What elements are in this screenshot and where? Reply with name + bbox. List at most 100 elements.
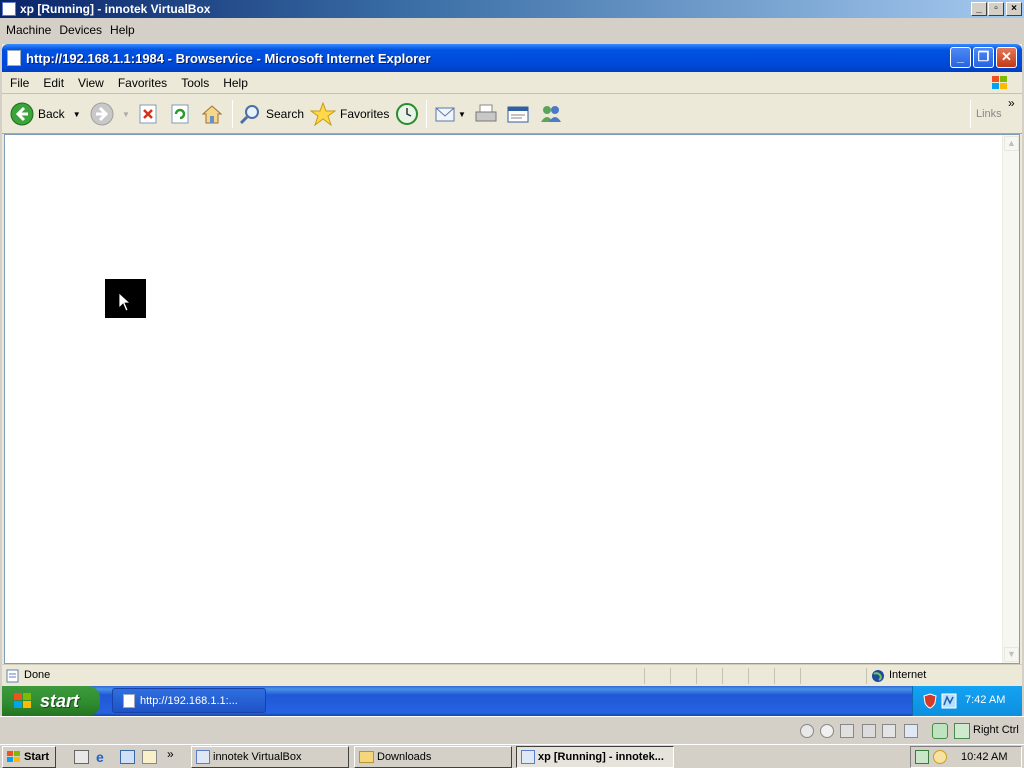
windows-flag-icon [14,693,31,708]
black-cursor-box [105,279,146,318]
host-maximize-button[interactable]: ▫ [988,2,1004,16]
system-tray: 7:42 AM [912,686,1022,716]
host-start-label: Start [24,751,50,763]
quicklaunch-more-icon[interactable]: » [167,747,174,761]
home-icon [201,105,223,124]
folder-icon [359,751,374,763]
chevron-more-icon[interactable]: » [1008,96,1015,110]
back-button[interactable]: Back ▼ [10,102,81,126]
shared-folder-icon [904,724,918,738]
security-shield-icon[interactable] [923,693,937,709]
favorites-star-icon [310,102,336,126]
back-dropdown-icon[interactable]: ▼ [73,110,81,119]
links-label[interactable]: Links [976,108,1002,120]
host-menu-help[interactable]: Help [110,23,135,37]
ie-page-content[interactable]: ▲ ▼ [4,134,1020,664]
zone-label: Internet [889,669,927,681]
messenger-icon [541,106,561,122]
messenger-button[interactable] [538,102,564,126]
ie-menu-file[interactable]: File [10,76,29,90]
toolbar-separator [232,100,233,128]
host-menu-devices[interactable]: Devices [59,23,102,37]
status-cell [748,668,774,684]
host-task-virtualbox[interactable]: innotek VirtualBox [191,746,349,768]
host-task-label: innotek VirtualBox [213,751,302,763]
host-start-button[interactable]: Start [2,746,56,768]
host-task-label: Downloads [377,751,432,763]
ie-menu-help[interactable]: Help [223,76,248,90]
forward-arrow-icon [90,102,114,126]
status-cell [696,668,722,684]
refresh-button[interactable] [170,102,190,126]
guest-screen: http://192.168.1.1:1984 - Browservice - … [2,44,1022,716]
forward-dropdown-icon: ▼ [122,109,130,119]
virtualbox-app-icon [521,750,535,764]
stop-button[interactable] [138,102,158,126]
mouse-pointer-icon [118,292,132,312]
search-button[interactable]: Search [238,102,304,126]
ie-menu-edit[interactable]: Edit [43,76,64,90]
ie-status-bar: Done Internet [2,664,1022,686]
host-menu-bar: Machine Devices Help [0,18,1024,42]
ie-title-bar: http://192.168.1.1:1984 - Browservice - … [2,44,1022,72]
ie-close-button[interactable]: ✕ [996,47,1017,68]
history-icon [396,103,418,125]
guest-clock: 7:42 AM [965,694,1006,706]
host-minimize-button[interactable]: _ [971,2,987,16]
host-task-label: xp [Running] - innotek... [538,751,664,763]
favorites-label: Favorites [340,107,390,121]
network-monitor-icon[interactable] [941,693,957,709]
host-menu-machine[interactable]: Machine [6,23,51,37]
host-clock: 10:42 AM [961,751,1008,763]
edit-button[interactable] [506,102,530,126]
status-cell [774,668,800,684]
windows-flag-icon [7,751,20,762]
stop-icon [139,104,157,124]
start-label: start [40,690,80,711]
quicklaunch-outlook-icon[interactable] [120,750,135,764]
favorites-button[interactable]: Favorites [310,102,389,126]
search-icon [239,105,259,125]
ie-toolbar: Back ▼ ▼ Search Favorites ▼ Links » [2,94,1022,134]
ie-menu-tools[interactable]: Tools [181,76,209,90]
print-button[interactable] [474,102,498,126]
taskbar-item-ie[interactable]: http://192.168.1.1:... [112,688,266,713]
update-tray-icon[interactable] [933,750,947,764]
edit-page-icon [507,106,529,123]
ie-window: http://192.168.1.1:1984 - Browservice - … [2,44,1022,686]
ie-menu-view[interactable]: View [78,76,104,90]
xp-taskbar: start http://192.168.1.1:... 7:42 AM [2,686,1022,716]
home-button[interactable] [200,102,224,126]
cd-icon [820,724,834,738]
refresh-icon [171,104,189,124]
xp-start-button[interactable]: start [2,686,100,716]
host-window-title: xp [Running] - innotek VirtualBox [20,2,211,16]
forward-button[interactable]: ▼ [90,102,130,126]
host-task-downloads[interactable]: Downloads [354,746,512,768]
toolbar-separator [970,100,971,128]
scroll-up-arrow-icon[interactable]: ▲ [1004,136,1019,151]
toolbar-separator [426,100,427,128]
network-tray-icon[interactable] [915,750,929,764]
back-label: Back [38,107,65,121]
ie-restore-button[interactable]: ❐ [973,47,994,68]
status-cell [722,668,748,684]
virtualbox-app-icon [2,2,16,16]
ie-menu-bar: File Edit View Favorites Tools Help [2,72,1022,94]
ie-minimize-button[interactable]: _ [950,47,971,68]
mail-button[interactable]: ▼ [434,102,466,126]
host-task-xp-running[interactable]: xp [Running] - innotek... [516,746,674,768]
hdd-icon [800,724,814,738]
host-close-button[interactable]: × [1006,2,1022,16]
history-button[interactable] [394,102,420,126]
scroll-down-arrow-icon[interactable]: ▼ [1004,647,1019,662]
quicklaunch-ie-icon[interactable]: e [96,749,104,765]
vertical-scrollbar[interactable]: ▲ ▼ [1002,135,1019,663]
ie-menu-favorites[interactable]: Favorites [118,76,167,90]
internet-globe-icon [872,670,884,682]
host-title-bar: xp [Running] - innotek VirtualBox _ ▫ × [0,0,1024,18]
quicklaunch-search-icon[interactable] [142,750,157,764]
quicklaunch-desktop-icon[interactable] [74,750,89,764]
ie-page-icon [7,50,21,66]
floppy-icon [840,724,854,738]
